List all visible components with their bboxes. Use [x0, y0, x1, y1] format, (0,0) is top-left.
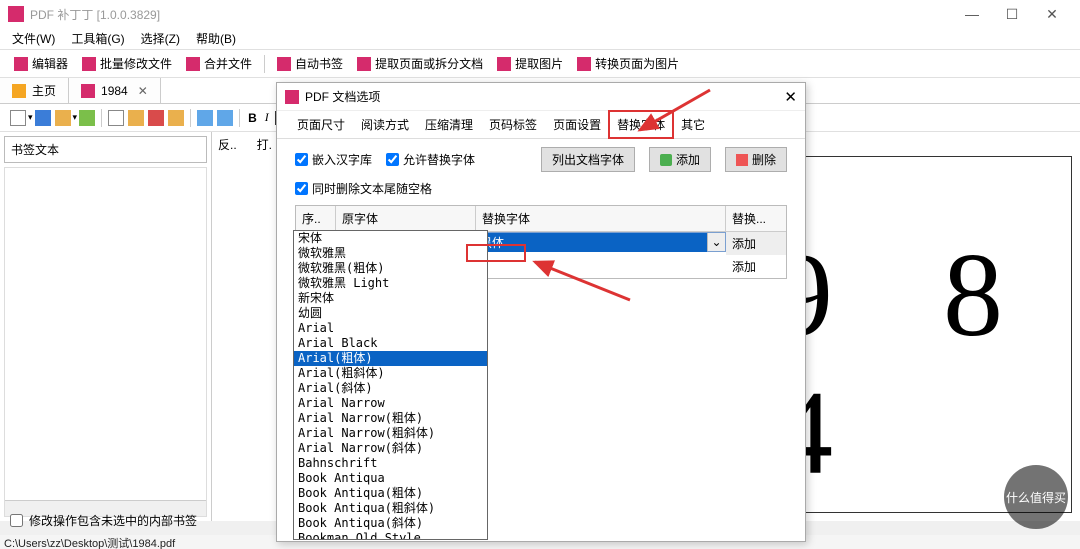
menu-file[interactable]: 文件(W) — [4, 30, 63, 47]
toolbar-editor[interactable]: 编辑器 — [8, 53, 74, 74]
watermark: 什么值得买 — [1004, 465, 1068, 529]
chk-embed-label: 嵌入汉字库 — [312, 151, 372, 168]
close-button[interactable]: ✕ — [1032, 6, 1072, 23]
dlg-tab-replacefont[interactable]: 替换字体 — [609, 111, 673, 138]
col-original[interactable]: 原字体 — [336, 206, 476, 231]
menu-help[interactable]: 帮助(B) — [188, 30, 244, 47]
pdf-icon — [285, 90, 299, 104]
dialog-title: PDF 文档选项 — [305, 88, 380, 105]
menu-select[interactable]: 选择(Z) — [133, 30, 188, 47]
font-option[interactable]: Arial Narrow(斜体) — [294, 441, 487, 456]
italic-icon[interactable]: I — [265, 110, 269, 125]
toolbar-extract-page[interactable]: 提取页面或拆分文档 — [351, 53, 489, 74]
font-option[interactable]: Bookman Old Style — [294, 531, 487, 540]
btn-del-font[interactable]: 删除 — [725, 147, 787, 172]
bookmark-panel: 书签文本 — [0, 132, 212, 521]
chevron-down-icon[interactable]: ⌄ — [707, 233, 725, 251]
chk-trim-label: 同时删除文本尾随空格 — [312, 180, 432, 197]
font-option[interactable]: 宋体 — [294, 231, 487, 246]
dlg-tab-pagesize[interactable]: 页面尺寸 — [289, 111, 353, 138]
pdf-icon — [497, 57, 511, 71]
col-hint-1: 反.. — [218, 136, 237, 153]
font-option[interactable]: Arial(粗体) — [294, 351, 487, 366]
arrow-right-icon[interactable] — [217, 110, 233, 126]
col-index[interactable]: 序.. — [296, 206, 336, 231]
page-preview: 9 8 4 — [772, 156, 1072, 513]
pdf-icon — [357, 57, 371, 71]
font-option[interactable]: Arial Narrow(粗斜体) — [294, 426, 487, 441]
pdf-icon — [81, 84, 95, 98]
chk-include-unselected-label: 修改操作包含未选中的内部书签 — [29, 512, 197, 529]
dialog-close-button[interactable]: ✕ — [784, 88, 797, 106]
font-option[interactable]: Book Antiqua(斜体) — [294, 516, 487, 531]
refresh-icon[interactable] — [79, 110, 95, 126]
chk-trim-space[interactable] — [295, 182, 308, 195]
export-icon[interactable] — [55, 110, 71, 126]
col-hint-2: 打. — [257, 136, 272, 153]
maximize-button[interactable]: ☐ — [992, 6, 1032, 23]
pdf-icon — [14, 57, 28, 71]
font-option[interactable]: Arial Narrow(粗体) — [294, 411, 487, 426]
pdf-icon — [577, 57, 591, 71]
bookmark-label: 书签文本 — [4, 136, 207, 163]
preview-text: 9 8 4 — [773, 226, 1071, 502]
dlg-tab-compress[interactable]: 压缩清理 — [417, 111, 481, 138]
chk-allow-label: 允许替换字体 — [403, 151, 475, 168]
font-dropdown[interactable]: 宋体微软雅黑微软雅黑(粗体)微软雅黑 Light新宋体幼圆ArialArial … — [293, 230, 488, 540]
arrow-left-icon[interactable] — [197, 110, 213, 126]
font-option[interactable]: Bahnschrift — [294, 456, 487, 471]
pdf-icon — [82, 57, 96, 71]
font-option[interactable]: Arial Narrow — [294, 396, 487, 411]
font-option[interactable]: Book Antiqua — [294, 471, 487, 486]
window-title: PDF 补丁丁 [1.0.0.3829] — [30, 6, 952, 23]
menu-toolbox[interactable]: 工具箱(G) — [63, 30, 132, 47]
save-icon[interactable] — [35, 110, 51, 126]
main-toolbar: 编辑器 批量修改文件 合并文件 自动书签 提取页面或拆分文档 提取图片 转换页面… — [0, 50, 1080, 78]
dlg-tab-pagelabel[interactable]: 页码标签 — [481, 111, 545, 138]
toolbar-to-image[interactable]: 转换页面为图片 — [571, 53, 685, 74]
close-tab-icon[interactable]: ✕ — [138, 84, 148, 98]
font-option[interactable]: Arial Black — [294, 336, 487, 351]
col-replace[interactable]: 替换字体 — [476, 206, 726, 231]
btn-add-font[interactable]: 添加 — [649, 147, 711, 172]
toolbar-merge[interactable]: 合并文件 — [180, 53, 258, 74]
pdf-icon — [277, 57, 291, 71]
chk-include-unselected[interactable] — [10, 514, 23, 527]
menu-bar: 文件(W) 工具箱(G) 选择(Z) 帮助(B) — [0, 28, 1080, 50]
chk-allow-replace[interactable] — [386, 153, 399, 166]
replace-font-combo[interactable]: 黑体 ⌄ — [476, 232, 726, 252]
dlg-tab-reading[interactable]: 阅读方式 — [353, 111, 417, 138]
pdf-icon — [186, 57, 200, 71]
font-option[interactable]: Arial(斜体) — [294, 381, 487, 396]
toolbar-bookmark[interactable]: 自动书签 — [271, 53, 349, 74]
minimize-button[interactable]: — — [952, 6, 992, 22]
chk-embed[interactable] — [295, 153, 308, 166]
new-icon[interactable] — [10, 110, 26, 126]
btn-list-fonts[interactable]: 列出文档字体 — [541, 147, 635, 172]
font-option[interactable]: 新宋体 — [294, 291, 487, 306]
home-icon — [12, 84, 26, 98]
font-option[interactable]: 微软雅黑 Light — [294, 276, 487, 291]
font-option[interactable]: Arial — [294, 321, 487, 336]
delete-icon[interactable] — [148, 110, 164, 126]
tab-doc-1984[interactable]: 1984✕ — [69, 78, 161, 103]
toolbar-batch[interactable]: 批量修改文件 — [76, 53, 178, 74]
dlg-tab-pagesetting[interactable]: 页面设置 — [545, 111, 609, 138]
font-option[interactable]: 微软雅黑(粗体) — [294, 261, 487, 276]
copy-icon[interactable] — [168, 110, 184, 126]
dlg-tab-other[interactable]: 其它 — [673, 111, 713, 138]
doc-icon[interactable] — [108, 110, 124, 126]
bold-icon[interactable]: B — [248, 111, 257, 125]
tab-home[interactable]: 主页 — [0, 78, 69, 103]
col-action[interactable]: 替换... — [726, 206, 786, 231]
font-option[interactable]: Book Antiqua(粗体) — [294, 486, 487, 501]
toolbar-extract-img[interactable]: 提取图片 — [491, 53, 569, 74]
font-option[interactable]: 幼圆 — [294, 306, 487, 321]
font-option[interactable]: 微软雅黑 — [294, 246, 487, 261]
paste-icon[interactable] — [128, 110, 144, 126]
font-option[interactable]: Arial(粗斜体) — [294, 366, 487, 381]
font-option[interactable]: Book Antiqua(粗斜体) — [294, 501, 487, 516]
app-icon — [8, 6, 24, 22]
